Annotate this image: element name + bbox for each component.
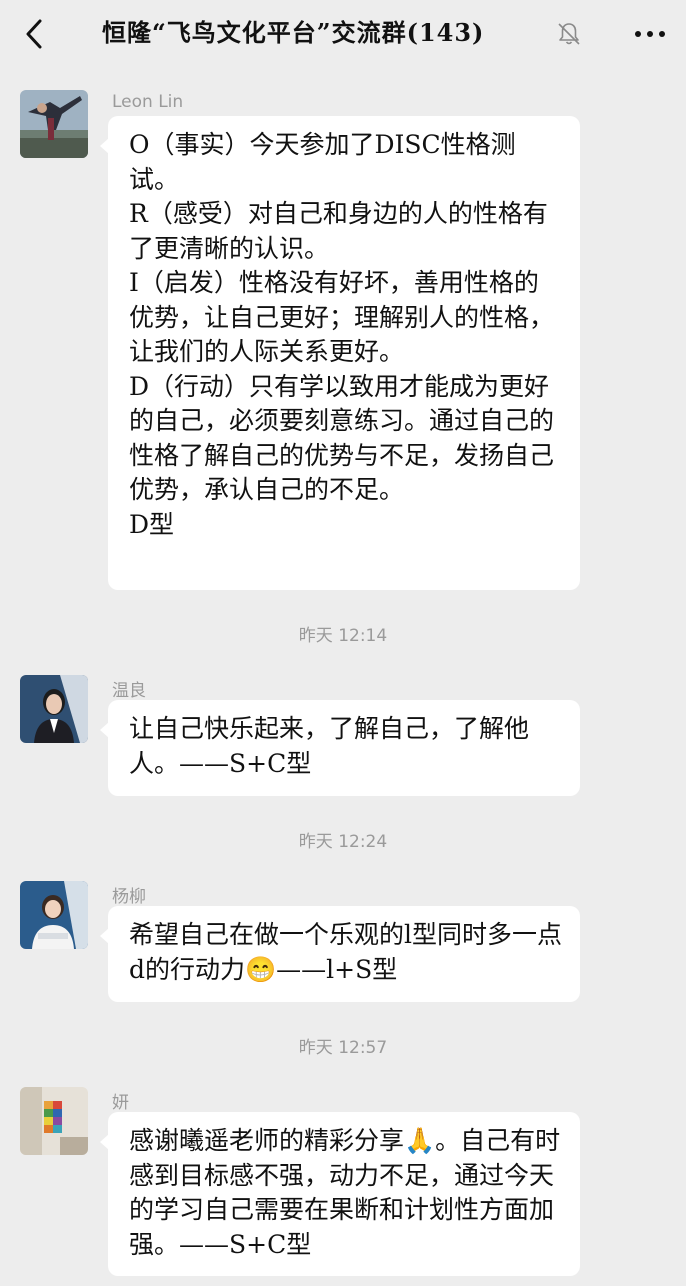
avatar[interactable] bbox=[20, 1087, 88, 1155]
message-bubble[interactable]: 希望自己在做一个乐观的l型同时多一点d的行动力😁——l+S型 bbox=[100, 906, 580, 1002]
avatar[interactable] bbox=[20, 90, 88, 158]
avatar[interactable] bbox=[20, 675, 88, 743]
avatar-photo-icon bbox=[20, 675, 88, 743]
more-dot bbox=[659, 31, 665, 37]
timestamp: 昨天 12:24 bbox=[298, 832, 388, 852]
timestamp: 昨天 12:57 bbox=[298, 1038, 388, 1058]
timestamp: 昨天 12:14 bbox=[298, 626, 388, 646]
message-bubble[interactable]: 让自己快乐起来，了解自己，了解他人。——S+C型 bbox=[100, 700, 580, 796]
sender-name: Leon Lin bbox=[112, 92, 184, 112]
back-button[interactable] bbox=[14, 14, 54, 54]
avatar-photo-icon bbox=[20, 90, 88, 158]
more-dot bbox=[647, 31, 653, 37]
avatar-photo-icon bbox=[20, 1087, 88, 1155]
back-chevron-icon bbox=[26, 19, 42, 49]
message-bubble[interactable]: O（事实）今天参加了DISC性格测试。 R（感受）对自己和身边的人的性格有了更清… bbox=[100, 116, 580, 590]
message-bubble[interactable]: 感谢曦遥老师的精彩分享🙏。自己有时感到目标感不强，动力不足，通过今天的学习自己需… bbox=[100, 1112, 580, 1276]
chat-header: 恒隆“飞鸟文化平台”交流群(143) bbox=[0, 0, 686, 66]
more-dots-icon bbox=[635, 31, 641, 37]
bell-muted-icon bbox=[558, 23, 580, 45]
chat-screen: 恒隆“飞鸟文化平台”交流群(143) Leon Lin O（事实）今天参加了DI… bbox=[0, 0, 686, 1286]
chat-title: 恒隆“飞鸟文化平台”交流群(143) bbox=[102, 18, 485, 47]
sender-name: 妍 bbox=[112, 1093, 129, 1113]
more-options-button[interactable] bbox=[630, 14, 670, 54]
sender-name: 杨柳 bbox=[112, 887, 146, 907]
sender-name: 温良 bbox=[112, 681, 146, 701]
avatar-photo-icon bbox=[20, 881, 88, 949]
avatar[interactable] bbox=[20, 881, 88, 949]
